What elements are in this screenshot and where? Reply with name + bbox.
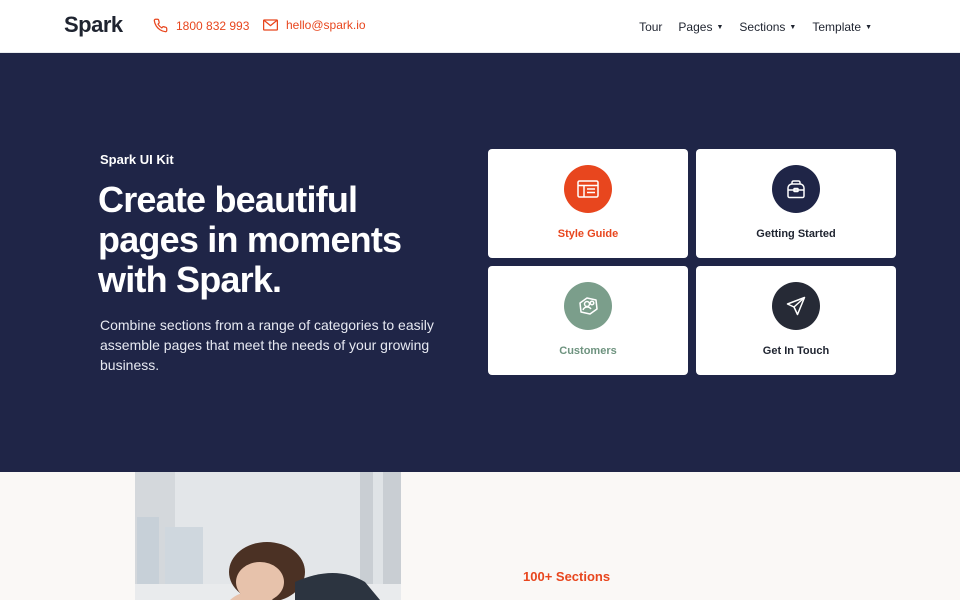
caret-down-icon: ▼ (716, 23, 724, 31)
brand-logo[interactable]: Spark (64, 12, 123, 38)
card-label: Getting Started (756, 228, 836, 240)
hero-title: Create beautiful pages in moments with S… (98, 179, 402, 300)
nav-item-pages[interactable]: Pages ▼ (678, 20, 723, 34)
card-customers[interactable]: Customers (488, 266, 688, 375)
nav-item-label: Template (812, 20, 862, 34)
card-getting-started[interactable]: Getting Started (696, 149, 896, 258)
card-icon-circle (772, 282, 820, 330)
email-link[interactable]: hello@spark.io (263, 18, 366, 32)
bag-icon (787, 180, 805, 199)
phone-icon (153, 18, 168, 33)
hero-eyebrow: Spark UI Kit (100, 152, 174, 167)
card-icon-circle (564, 282, 612, 330)
card-style-guide[interactable]: Style Guide (488, 149, 688, 258)
hero-section: Spark UI Kit Create beautiful pages in m… (0, 53, 960, 472)
nav-item-label: Tour (639, 20, 663, 34)
nav-item-sections[interactable]: Sections ▼ (739, 20, 796, 34)
caret-down-icon: ▼ (789, 23, 797, 31)
card-get-in-touch[interactable]: Get In Touch (696, 266, 896, 375)
card-label: Get In Touch (762, 345, 830, 357)
photo-illustration (135, 472, 401, 600)
envelope-icon (263, 19, 278, 31)
phone-number: 1800 832 993 (176, 18, 250, 33)
main-nav: Tour Pages ▼ Sections ▼ Template ▼ (623, 20, 872, 34)
card-icon-circle (564, 165, 612, 213)
section-count-label: 100+ Sections (523, 569, 611, 584)
nav-item-tour[interactable]: Tour (639, 20, 662, 34)
person-photo (135, 472, 401, 600)
paper-plane-icon (786, 296, 806, 316)
card-label: Style Guide (557, 228, 619, 240)
nav-item-label: Pages (678, 20, 713, 34)
navbar: Spark 1800 832 993 hello@spark.io Tour P… (0, 0, 960, 53)
card-label: Customers (559, 345, 617, 357)
email-address: hello@spark.io (286, 18, 366, 32)
caret-down-icon: ▼ (865, 23, 872, 31)
phone-link[interactable]: 1800 832 993 (153, 18, 249, 33)
nav-item-label: Sections (739, 20, 786, 34)
features-section: 100+ Sections (0, 472, 960, 600)
nav-item-template[interactable]: Template ▼ (812, 20, 872, 34)
hero-subtitle: Combine sections from a range of categor… (100, 317, 434, 373)
browser-window-icon (577, 180, 599, 198)
customers-icon (579, 297, 598, 315)
card-icon-circle (772, 165, 820, 213)
